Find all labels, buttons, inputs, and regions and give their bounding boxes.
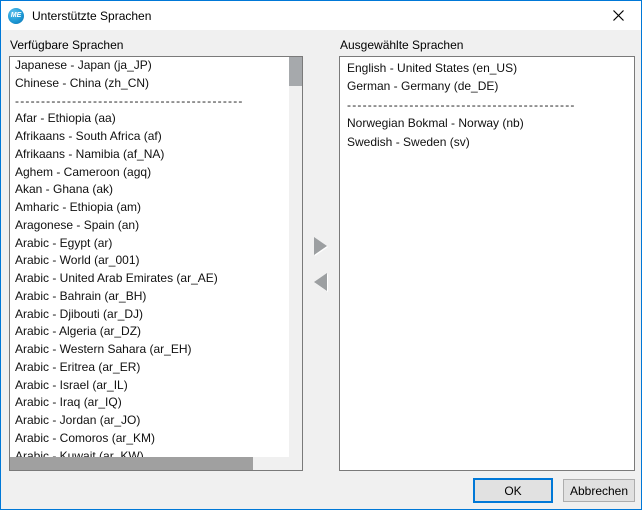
language-list-item[interactable]: Afrikaans - Namibia (af_NA) bbox=[10, 146, 289, 164]
language-list-item[interactable]: Arabic - Western Sahara (ar_EH) bbox=[10, 341, 289, 359]
horizontal-scrollbar-thumb[interactable] bbox=[10, 457, 253, 470]
add-language-button[interactable] bbox=[309, 234, 331, 258]
language-list-item[interactable]: Aghem - Cameroon (agq) bbox=[10, 164, 289, 182]
language-list-item[interactable]: Arabic - World (ar_001) bbox=[10, 252, 289, 270]
language-list-item[interactable]: Arabic - Djibouti (ar_DJ) bbox=[10, 306, 289, 324]
language-list-item[interactable]: Swedish - Sweden (sv) bbox=[340, 133, 634, 151]
available-languages-items: Japanese - Japan (ja_JP)Chinese - China … bbox=[10, 57, 289, 457]
app-icon: ME bbox=[8, 8, 24, 24]
window-title: Unterstützte Sprachen bbox=[32, 9, 151, 23]
language-list-item[interactable]: Afar - Ethiopia (aa) bbox=[10, 110, 289, 128]
language-list-item[interactable]: Japanese - Japan (ja_JP) bbox=[10, 57, 289, 75]
language-list-item[interactable]: Chinese - China (zh_CN) bbox=[10, 75, 289, 93]
app-icon-label: ME bbox=[11, 12, 22, 19]
vertical-scrollbar-thumb[interactable] bbox=[289, 57, 302, 86]
language-list-item[interactable]: Arabic - Kuwait (ar_KW) bbox=[10, 448, 289, 458]
language-list-item[interactable]: Arabic - Eritrea (ar_ER) bbox=[10, 359, 289, 377]
cancel-button[interactable]: Abbrechen bbox=[563, 479, 635, 502]
language-list-item[interactable]: Amharic - Ethiopia (am) bbox=[10, 199, 289, 217]
language-list-item[interactable]: Arabic - Comoros (ar_KM) bbox=[10, 430, 289, 448]
language-list-item[interactable]: English - United States (en_US) bbox=[340, 59, 634, 77]
left-arrow-icon bbox=[314, 273, 327, 291]
selected-languages-listbox[interactable]: English - United States (en_US)German - … bbox=[339, 56, 635, 471]
dialog-window: ME Unterstützte Sprachen Verfügbare Spra… bbox=[0, 0, 642, 510]
language-list-item[interactable]: Aragonese - Spain (an) bbox=[10, 217, 289, 235]
available-languages-label: Verfügbare Sprachen bbox=[10, 38, 123, 52]
language-list-item[interactable]: Arabic - Jordan (ar_JO) bbox=[10, 412, 289, 430]
titlebar[interactable]: ME Unterstützte Sprachen bbox=[1, 1, 641, 30]
language-list-item[interactable]: German - Germany (de_DE) bbox=[340, 77, 634, 95]
available-languages-listbox[interactable]: Japanese - Japan (ja_JP)Chinese - China … bbox=[9, 56, 303, 471]
language-list-item[interactable]: Arabic - Algeria (ar_DZ) bbox=[10, 323, 289, 341]
right-arrow-icon bbox=[314, 237, 327, 255]
close-icon bbox=[613, 10, 624, 21]
vertical-scrollbar[interactable] bbox=[289, 57, 302, 457]
language-list-item[interactable]: Norwegian Bokmal - Norway (nb) bbox=[340, 114, 634, 132]
scrollbar-corner bbox=[289, 457, 302, 470]
language-list-item[interactable]: Arabic - Bahrain (ar_BH) bbox=[10, 288, 289, 306]
language-list-item[interactable]: ----------------------------------------… bbox=[10, 93, 289, 111]
language-list-item[interactable]: Afrikaans - South Africa (af) bbox=[10, 128, 289, 146]
language-list-item[interactable]: ----------------------------------------… bbox=[340, 96, 634, 114]
language-list-item[interactable]: Arabic - Iraq (ar_IQ) bbox=[10, 394, 289, 412]
selected-languages-label: Ausgewählte Sprachen bbox=[340, 38, 463, 52]
ok-button[interactable]: OK bbox=[473, 478, 553, 503]
language-list-item[interactable]: Arabic - Israel (ar_IL) bbox=[10, 377, 289, 395]
selected-languages-items: English - United States (en_US)German - … bbox=[340, 57, 634, 470]
language-list-item[interactable]: Arabic - Egypt (ar) bbox=[10, 235, 289, 253]
remove-language-button[interactable] bbox=[309, 270, 331, 294]
horizontal-scrollbar[interactable] bbox=[10, 457, 289, 470]
language-list-item[interactable]: Arabic - United Arab Emirates (ar_AE) bbox=[10, 270, 289, 288]
close-button[interactable] bbox=[596, 1, 641, 30]
language-list-item[interactable]: Akan - Ghana (ak) bbox=[10, 181, 289, 199]
